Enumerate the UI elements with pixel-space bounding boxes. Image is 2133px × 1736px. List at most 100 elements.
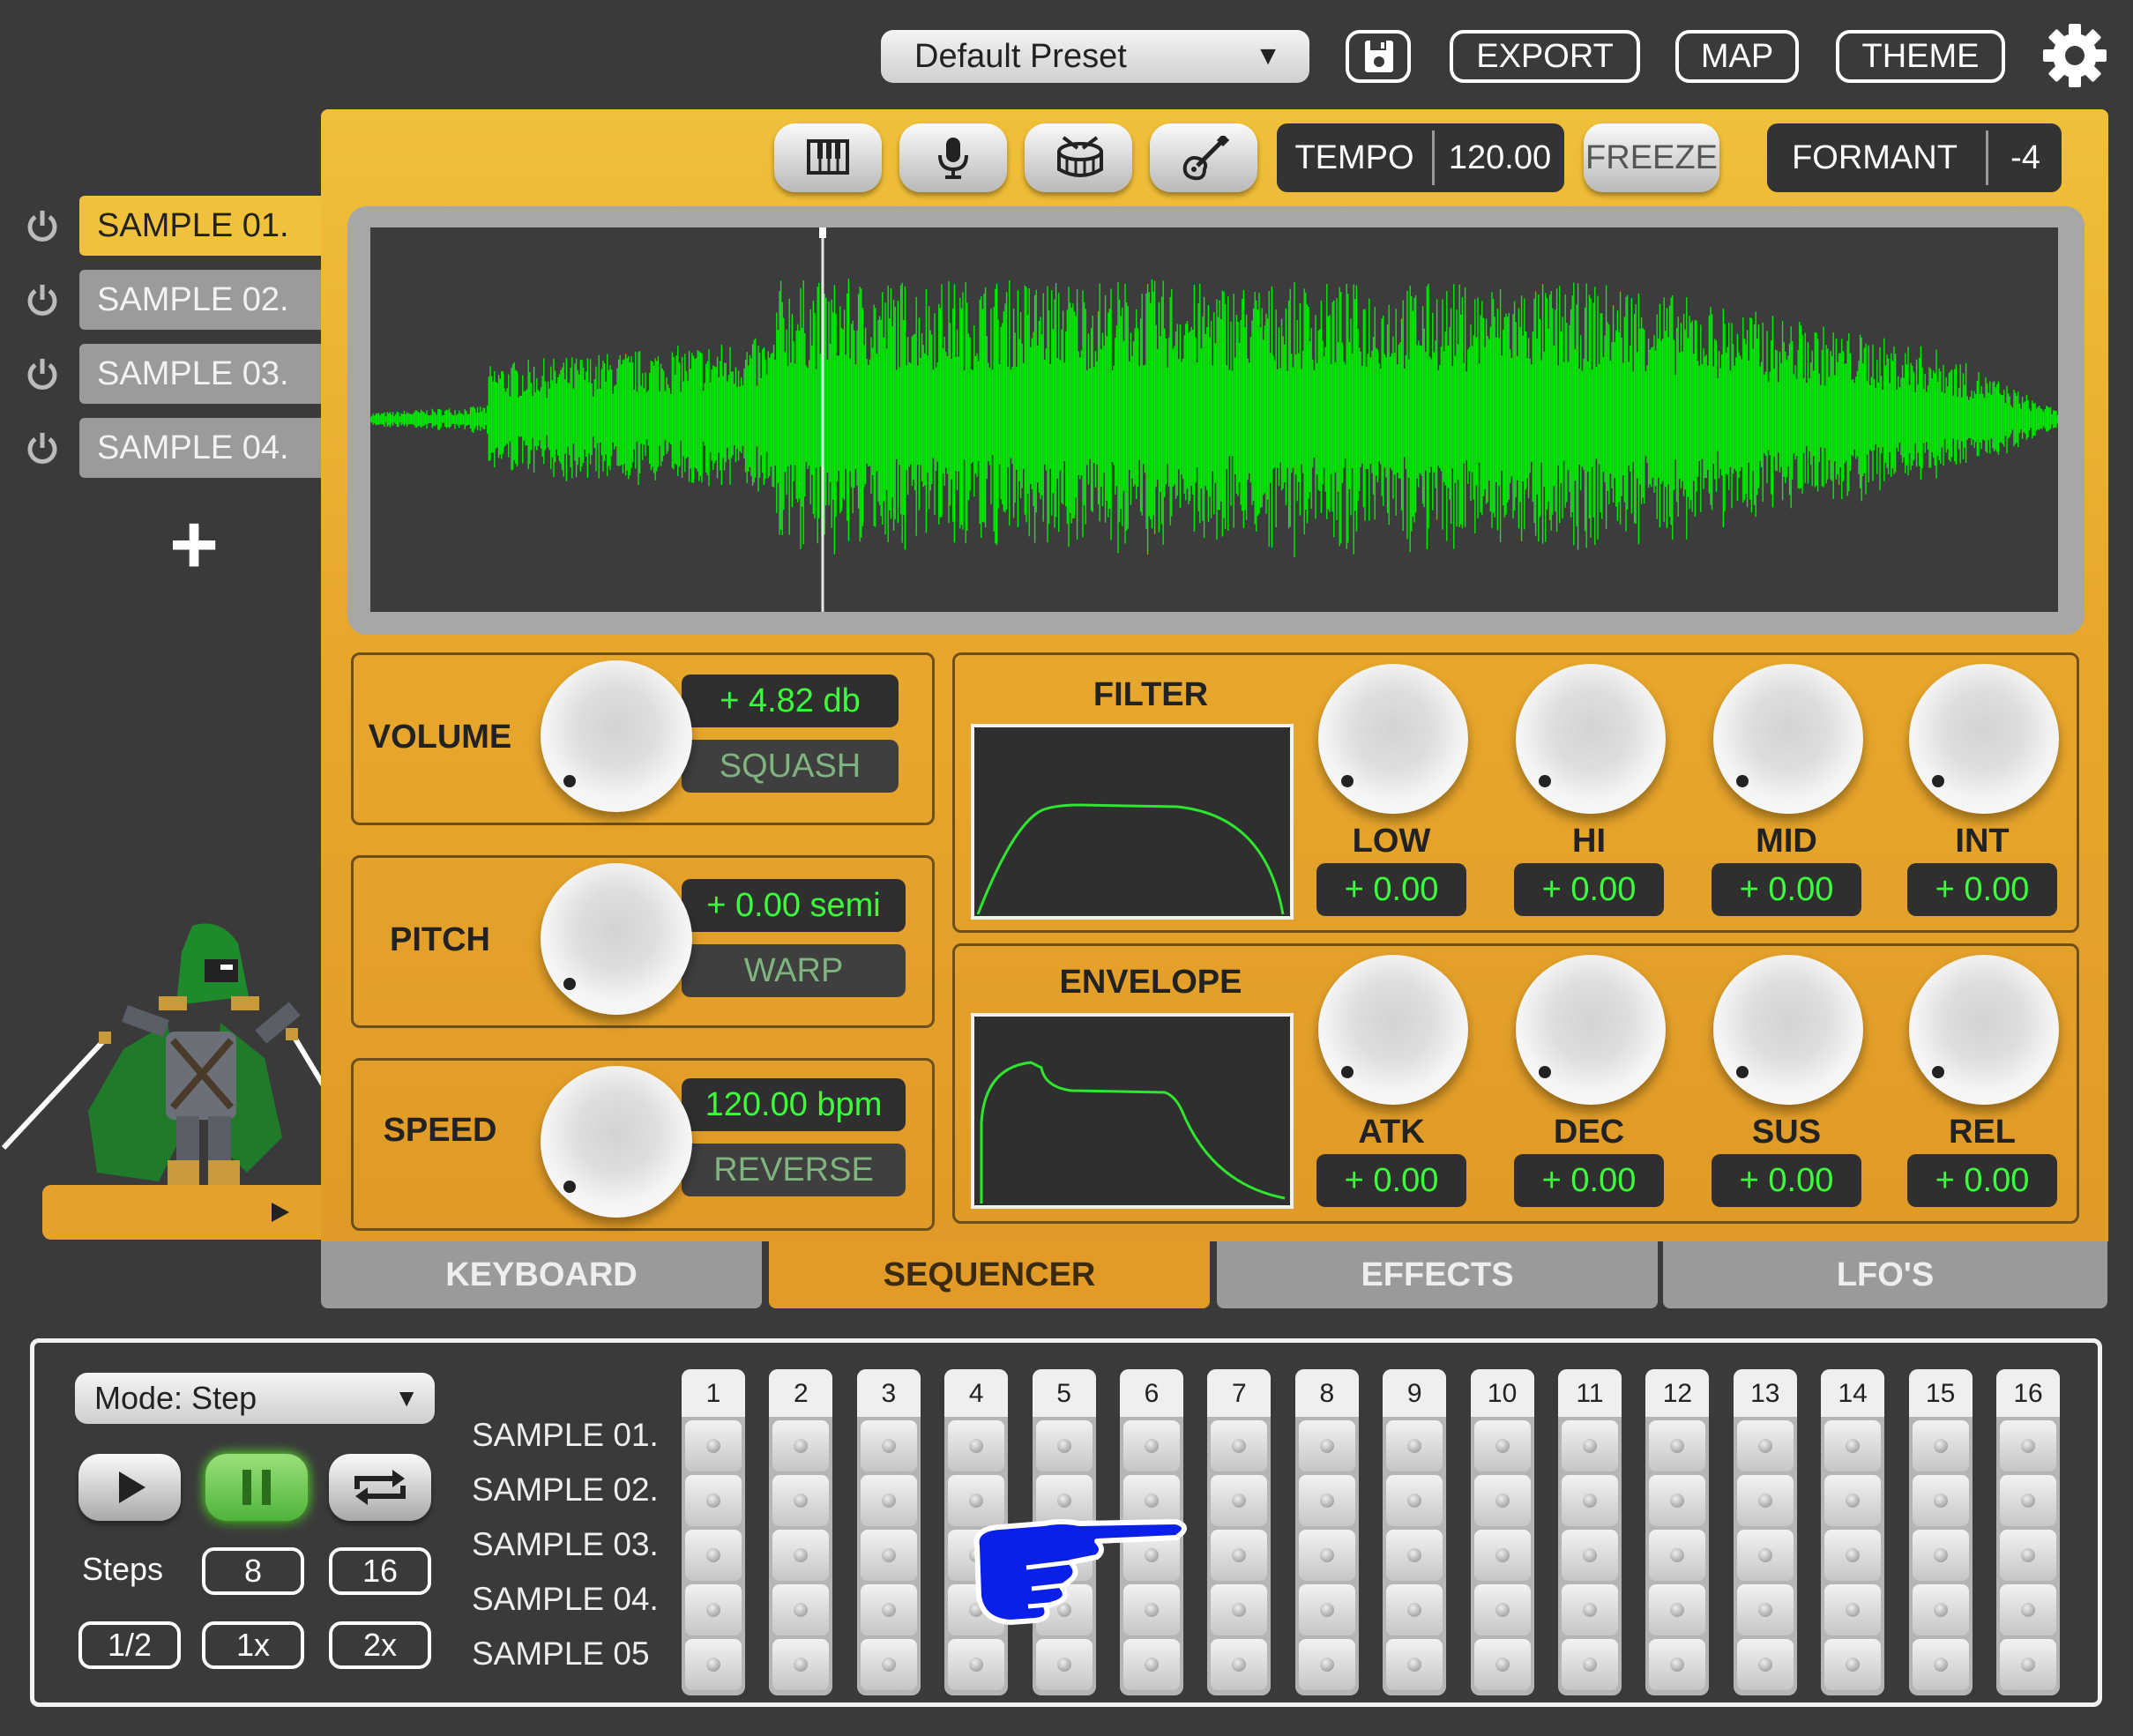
sus-knob[interactable] [1713,955,1863,1105]
step-cell[interactable] [1649,1420,1705,1472]
play-icon[interactable] [270,1201,291,1224]
volume-value[interactable]: + 4.82 db [682,674,899,727]
hi-value[interactable]: + 0.00 [1514,863,1664,916]
hi-knob[interactable] [1516,664,1666,814]
step-cell[interactable] [1737,1584,1794,1635]
power-icon[interactable] [25,282,60,317]
step-cell[interactable] [1649,1475,1705,1526]
pitch-value[interactable]: + 0.00 semi [682,879,906,932]
rel-knob[interactable] [1909,955,2059,1105]
step-cell[interactable] [1562,1639,1618,1690]
step-cell[interactable] [948,1420,1004,1472]
step-cell[interactable] [1474,1530,1531,1581]
waveform-display[interactable] [370,227,2058,612]
sample-item[interactable]: SAMPLE 04. [79,418,323,478]
mode-dropdown[interactable]: Mode: Step ▼ [75,1373,435,1424]
step-cell[interactable] [1913,1639,1969,1690]
sample-item[interactable]: SAMPLE 01. [79,196,323,256]
step-cell[interactable] [861,1475,917,1526]
step-cell[interactable] [1474,1639,1531,1690]
step-cell[interactable] [2000,1420,2056,1472]
int-value[interactable]: + 0.00 [1907,863,2057,916]
speed-knob[interactable] [541,1066,692,1218]
theme-button[interactable]: THEME [1836,30,2005,83]
step-cell[interactable] [1299,1584,1355,1635]
warp-button[interactable]: WARP [682,944,906,997]
step-cell[interactable] [685,1420,742,1472]
freeze-button[interactable]: FREEZE [1584,123,1719,192]
preset-dropdown[interactable]: Default Preset ▼ [881,30,1309,83]
steps-8-button[interactable]: 8 [202,1547,304,1595]
step-cell[interactable] [1562,1584,1618,1635]
gear-icon[interactable] [2042,23,2107,88]
low-knob[interactable] [1318,664,1468,814]
step-cell[interactable] [1562,1530,1618,1581]
rel-value[interactable]: + 0.00 [1907,1154,2057,1207]
tab-effects[interactable]: EFFECTS [1217,1241,1658,1308]
step-cell[interactable] [1386,1475,1443,1526]
step-cell[interactable] [1123,1420,1180,1472]
tempo-value[interactable]: 120.00 [1436,123,1564,192]
rate-half-button[interactable]: 1/2 [78,1621,181,1669]
step-cell[interactable] [1824,1584,1881,1635]
step-cell[interactable] [1211,1639,1267,1690]
step-cell[interactable] [1562,1475,1618,1526]
step-cell[interactable] [1299,1420,1355,1472]
step-cell[interactable] [772,1530,829,1581]
play-button[interactable] [78,1454,181,1521]
step-cell[interactable] [1913,1475,1969,1526]
step-cell[interactable] [1824,1475,1881,1526]
power-icon[interactable] [25,356,60,391]
step-cell[interactable] [861,1584,917,1635]
step-cell[interactable] [772,1639,829,1690]
piano-button[interactable] [774,123,882,192]
tab-lfos[interactable]: LFO'S [1663,1241,2107,1308]
step-cell[interactable] [1737,1475,1794,1526]
step-cell[interactable] [1211,1530,1267,1581]
step-cell[interactable] [1123,1639,1180,1690]
step-cell[interactable] [685,1530,742,1581]
step-cell[interactable] [1386,1530,1443,1581]
step-cell[interactable] [1474,1420,1531,1472]
step-cell[interactable] [1299,1475,1355,1526]
volume-knob[interactable] [541,660,692,812]
step-cell[interactable] [685,1475,742,1526]
guitar-button[interactable] [1150,123,1257,192]
step-cell[interactable] [1913,1420,1969,1472]
step-cell[interactable] [948,1639,1004,1690]
step-cell[interactable] [1211,1584,1267,1635]
save-button[interactable] [1346,30,1411,83]
step-cell[interactable] [1737,1639,1794,1690]
tab-sequencer[interactable]: SEQUENCER [769,1241,1210,1308]
loop-button[interactable] [329,1454,431,1521]
tab-keyboard[interactable]: KEYBOARD [321,1241,762,1308]
int-knob[interactable] [1909,664,2059,814]
speed-value[interactable]: 120.00 bpm [682,1078,906,1131]
step-cell[interactable] [1824,1639,1881,1690]
step-cell[interactable] [1649,1639,1705,1690]
atk-knob[interactable] [1318,955,1468,1105]
step-cell[interactable] [1737,1530,1794,1581]
rate-2x-button[interactable]: 2x [329,1621,431,1669]
squash-button[interactable]: SQUASH [682,740,899,793]
dec-knob[interactable] [1516,955,1666,1105]
step-cell[interactable] [861,1420,917,1472]
atk-value[interactable]: + 0.00 [1316,1154,1466,1207]
mid-knob[interactable] [1713,664,1863,814]
formant-value[interactable]: -4 [1989,123,2062,192]
dec-value[interactable]: + 0.00 [1514,1154,1664,1207]
reverse-button[interactable]: REVERSE [682,1144,906,1196]
step-cell[interactable] [2000,1584,2056,1635]
pause-button[interactable] [205,1454,308,1521]
step-cell[interactable] [1299,1639,1355,1690]
add-sample-button[interactable]: + [159,511,229,582]
step-cell[interactable] [861,1530,917,1581]
step-cell[interactable] [1386,1420,1443,1472]
step-cell[interactable] [1386,1584,1443,1635]
step-cell[interactable] [1036,1639,1093,1690]
mid-value[interactable]: + 0.00 [1712,863,1861,916]
step-cell[interactable] [1913,1530,1969,1581]
step-cell[interactable] [1737,1420,1794,1472]
step-cell[interactable] [1824,1530,1881,1581]
low-value[interactable]: + 0.00 [1316,863,1466,916]
